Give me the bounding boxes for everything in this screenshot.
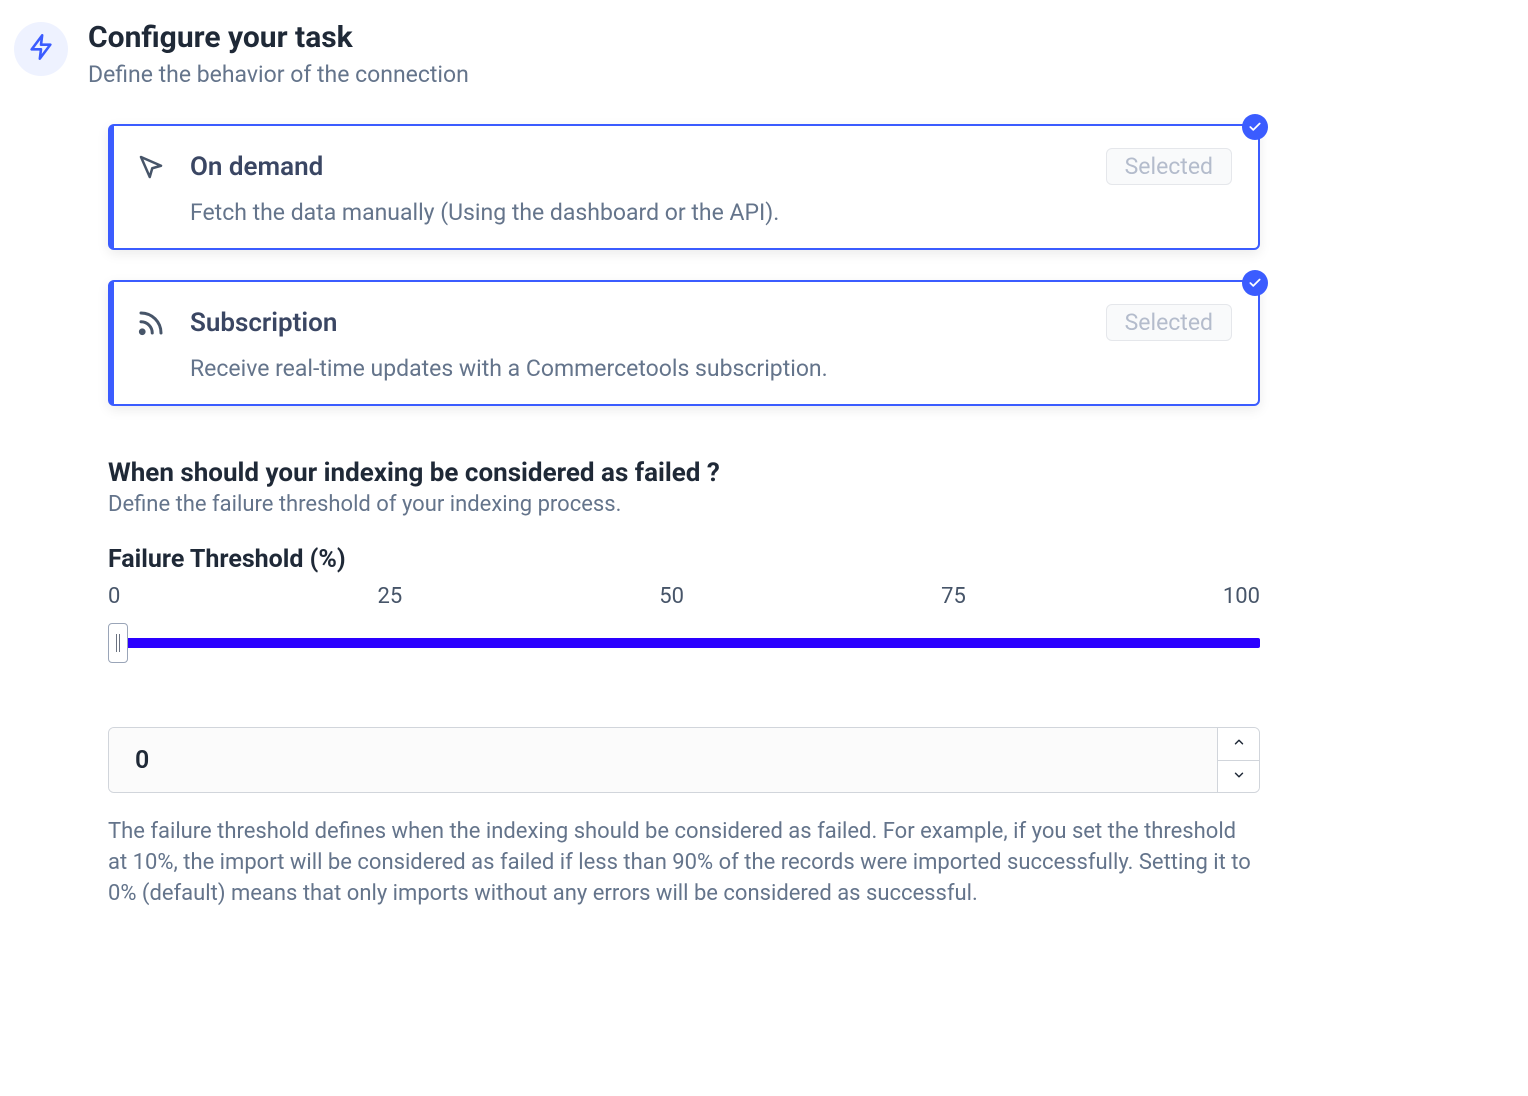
lightning-icon — [27, 33, 55, 65]
selected-badge: Selected — [1106, 304, 1232, 341]
failure-threshold-slider[interactable] — [108, 623, 1260, 663]
header-text: Configure your task Define the behavior … — [88, 20, 469, 88]
page-subtitle: Define the behavior of the connection — [88, 61, 469, 88]
tick-100: 100 — [1223, 584, 1260, 609]
failure-threshold-input[interactable]: 0 — [109, 728, 1217, 792]
check-icon — [1242, 114, 1268, 140]
tick-50: 50 — [659, 584, 684, 609]
check-icon — [1242, 270, 1268, 296]
option-title: Subscription — [190, 308, 337, 338]
option-title: On demand — [190, 152, 323, 182]
stepper-down-button[interactable] — [1218, 761, 1259, 793]
failure-threshold-label: Failure Threshold (%) — [108, 545, 1260, 574]
tick-25: 25 — [377, 584, 402, 609]
tick-0: 0 — [108, 584, 120, 609]
option-description: Receive real-time updates with a Commerc… — [190, 355, 1232, 382]
failure-threshold-stepper: 0 — [108, 727, 1260, 793]
failure-threshold-help: The failure threshold defines when the i… — [108, 817, 1260, 909]
slider-ticks: 0 25 50 75 100 — [108, 584, 1260, 609]
failure-section-title: When should your indexing be considered … — [108, 458, 1260, 488]
page-title: Configure your task — [88, 20, 469, 55]
slider-thumb[interactable] — [108, 623, 128, 663]
option-subscription[interactable]: Subscription Selected Receive real-time … — [108, 280, 1260, 406]
option-on-demand[interactable]: On demand Selected Fetch the data manual… — [108, 124, 1260, 250]
selected-badge: Selected — [1106, 148, 1232, 185]
tick-75: 75 — [941, 584, 966, 609]
stepper-up-button[interactable] — [1218, 728, 1259, 761]
option-description: Fetch the data manually (Using the dashb… — [190, 199, 1232, 226]
header-icon-wrap — [14, 22, 68, 76]
cursor-icon — [136, 152, 166, 186]
page-header: Configure your task Define the behavior … — [14, 20, 1514, 88]
rss-icon — [136, 308, 166, 342]
chevron-up-icon — [1232, 735, 1246, 752]
failure-section-subtitle: Define the failure threshold of your ind… — [108, 492, 1260, 517]
slider-track — [108, 638, 1260, 648]
chevron-down-icon — [1232, 768, 1246, 785]
